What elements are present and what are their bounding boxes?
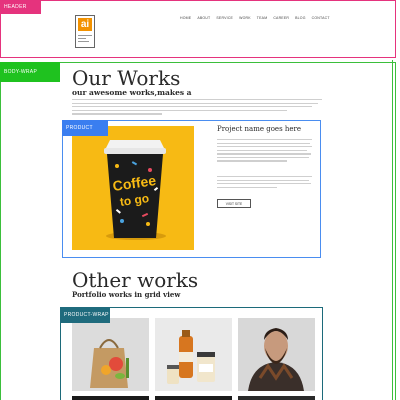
nav-item-blog[interactable]: BLOG — [295, 16, 306, 20]
other-works-title: Other works — [72, 268, 199, 292]
nav-item-team[interactable]: TEAM — [257, 16, 268, 20]
project-title: Project name goes here — [217, 125, 302, 133]
project-paragraph-1 — [217, 139, 312, 164]
body-wrap-right-edge — [392, 60, 400, 400]
logo[interactable]: ai — [75, 15, 95, 48]
nav-item-about[interactable]: ABOUT — [197, 16, 210, 20]
nav-item-service[interactable]: SERVICE — [216, 16, 233, 20]
our-works-subtitle: our awesome works,makes a — [72, 88, 192, 97]
logo-mark: ai — [78, 18, 92, 31]
paper-bag-image[interactable] — [72, 318, 149, 391]
other-works-subtitle: Portfolio works in grid view — [72, 290, 181, 299]
tile-strip-1 — [72, 396, 149, 400]
tile-strip-3 — [238, 396, 315, 400]
product-label: PRODUCT — [62, 120, 108, 136]
main-nav: HOME ABOUT SERVICE WORK TEAM CAREER BLOG… — [180, 16, 330, 20]
jars-image[interactable] — [155, 318, 232, 391]
tile-strip-2 — [155, 396, 232, 400]
header-label: HEADER — [0, 0, 41, 14]
header-region — [0, 0, 396, 58]
body-wrap-label: BODY-WRAP — [0, 62, 60, 82]
nav-item-contact[interactable]: CONTACT — [312, 16, 330, 20]
visit-site-button[interactable]: VISIT SITE — [217, 199, 251, 208]
product-wrap-label: PRODUCT-WRAP — [60, 307, 110, 323]
project-paragraph-2 — [217, 176, 312, 190]
coffee-cup-image: Coffee to go — [72, 126, 194, 250]
bearded-man-image[interactable] — [238, 318, 315, 391]
our-works-title: Our Works — [72, 66, 181, 90]
nav-item-career[interactable]: CAREER — [273, 16, 289, 20]
nav-item-home[interactable]: HOME — [180, 16, 191, 20]
our-works-paragraph — [72, 99, 322, 117]
nav-item-work[interactable]: WORK — [239, 16, 251, 20]
